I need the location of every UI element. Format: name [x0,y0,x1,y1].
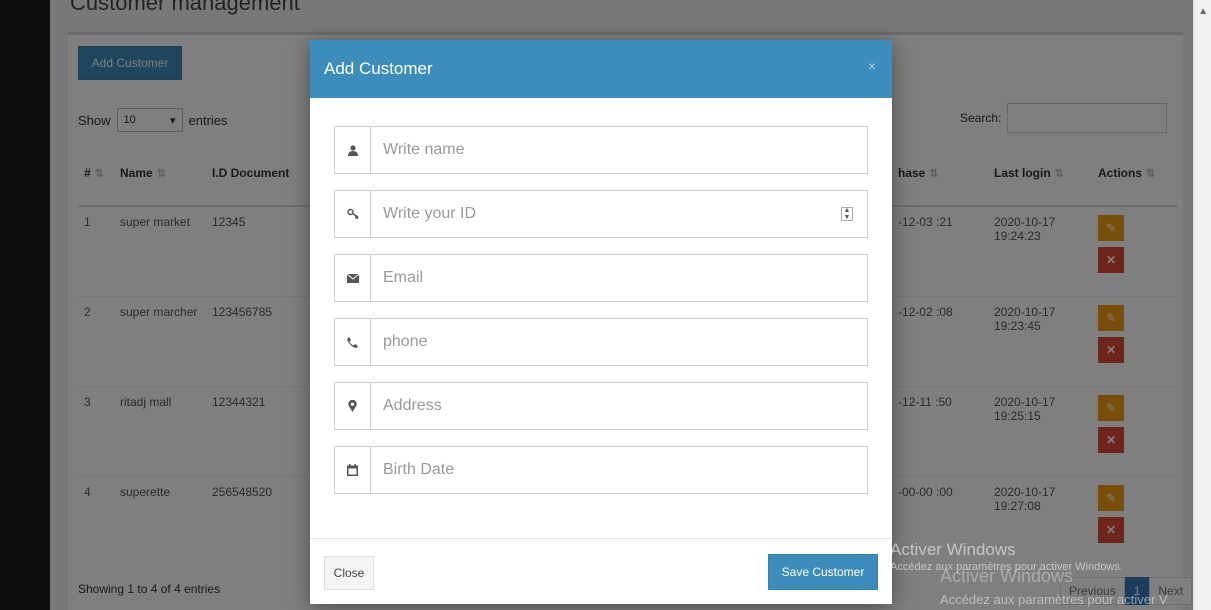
user-icon [335,127,371,173]
email-input[interactable]: Email [371,269,867,287]
scroll-up-icon[interactable]: ▲ [1198,6,1208,17]
add-customer-modal: Add Customer × Write name Write your ID … [310,40,892,604]
page-scrollbar[interactable]: ▲ [1193,0,1211,610]
modal-footer-divider [310,538,892,539]
name-input[interactable]: Write name [371,141,867,159]
modal-title: Add Customer [324,59,433,78]
windows-activation-title: Activer Windows [890,540,1016,559]
number-spinner[interactable]: ▲ ▼ [841,207,853,221]
envelope-icon [335,255,371,301]
address-input[interactable]: Address [371,397,867,415]
phone-input[interactable]: phone [371,333,867,351]
windows-activation-text-2: Accédez aux paramètres pour activer V [940,592,1168,607]
modal-header: Add Customer × [310,40,892,98]
save-customer-button[interactable]: Save Customer [768,554,878,590]
modal-close-icon[interactable]: × [868,58,876,74]
map-marker-icon [335,383,371,429]
email-field: Email [334,254,868,302]
id-input[interactable]: Write your ID [371,205,841,223]
name-field: Write name [334,126,868,174]
phone-field: phone [334,318,868,366]
address-field: Address [334,382,868,430]
windows-activation-title-2: Activer Windows [940,566,1074,586]
calendar-icon [335,447,371,493]
birth-date-input[interactable]: Birth Date [371,461,867,479]
key-icon [335,191,371,237]
birth-date-field: Birth Date [334,446,868,494]
close-button[interactable]: Close [324,556,374,590]
phone-icon [335,319,371,365]
id-field: Write your ID ▲ ▼ [334,190,868,238]
